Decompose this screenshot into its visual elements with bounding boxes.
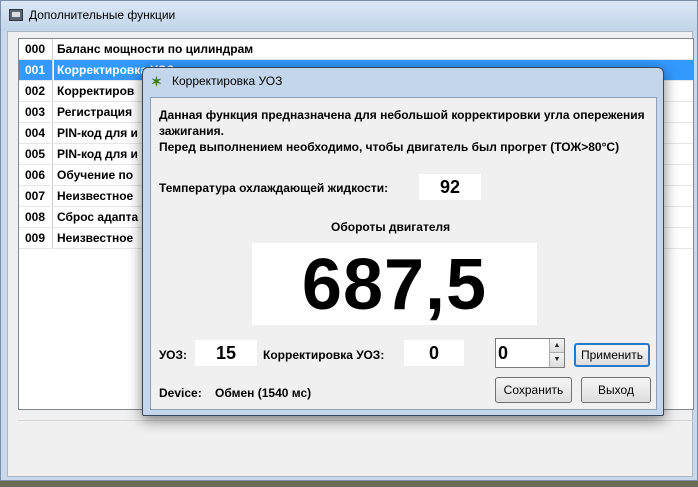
triangle-up-icon: ▲ <box>553 342 561 349</box>
list-item[interactable]: 000 Баланс мощности по цилиндрам <box>19 39 693 60</box>
function-code: 002 <box>19 81 53 102</box>
dialog-client-area: Данная функция предназначена для небольш… <box>150 97 657 410</box>
correction-input[interactable] <box>498 340 548 366</box>
description-line-2: Перед выполнением необходимо, чтобы двиг… <box>159 140 620 154</box>
correction-spinbox[interactable]: ▲ ▼ <box>495 338 565 368</box>
dialog-title: Корректировка УОЗ <box>172 74 283 88</box>
function-code: 008 <box>19 207 53 228</box>
rpm-value: 687,5 <box>252 243 537 325</box>
uoz-value: 15 <box>195 340 257 366</box>
uoz-correction-dialog: ✶ Корректировка УОЗ Данная функция предн… <box>142 67 664 416</box>
main-footer <box>18 420 694 470</box>
coolant-temp-value: 92 <box>419 174 481 200</box>
triangle-down-icon: ▼ <box>553 356 561 363</box>
description-line-1: Данная функция предназначена для небольш… <box>159 108 645 138</box>
uoz-label: УОЗ: <box>159 348 188 362</box>
description: Данная функция предназначена для небольш… <box>159 107 649 155</box>
main-window-title: Дополнительные функции <box>29 8 176 22</box>
rpm-label: Обороты двигателя <box>331 220 451 234</box>
device-status: Обмен (1540 мс) <box>215 386 312 400</box>
spin-up-button[interactable]: ▲ <box>549 339 564 353</box>
function-code: 003 <box>19 102 53 123</box>
function-code: 009 <box>19 228 53 249</box>
coolant-temp-label: Температура охлаждающей жидкости: <box>159 181 389 195</box>
main-titlebar[interactable]: Дополнительные функции <box>1 1 697 31</box>
device-label: Device: <box>159 386 202 400</box>
app-logo-icon: ✶ <box>151 74 162 89</box>
exit-button[interactable]: Выход <box>581 377 651 403</box>
apply-button[interactable]: Применить <box>574 343 650 367</box>
correction-label: Корректировка УОЗ: <box>263 348 385 362</box>
correction-value: 0 <box>404 340 464 366</box>
spin-down-button[interactable]: ▼ <box>549 353 564 367</box>
function-code: 007 <box>19 186 53 207</box>
function-code: 006 <box>19 165 53 186</box>
function-code: 004 <box>19 123 53 144</box>
function-code: 001 <box>19 60 53 81</box>
function-name: Баланс мощности по цилиндрам <box>54 39 693 60</box>
app-icon <box>9 9 23 21</box>
save-button[interactable]: Сохранить <box>495 377 572 403</box>
function-code: 000 <box>19 39 53 60</box>
dialog-titlebar[interactable]: ✶ Корректировка УОЗ <box>143 68 663 96</box>
function-code: 005 <box>19 144 53 165</box>
